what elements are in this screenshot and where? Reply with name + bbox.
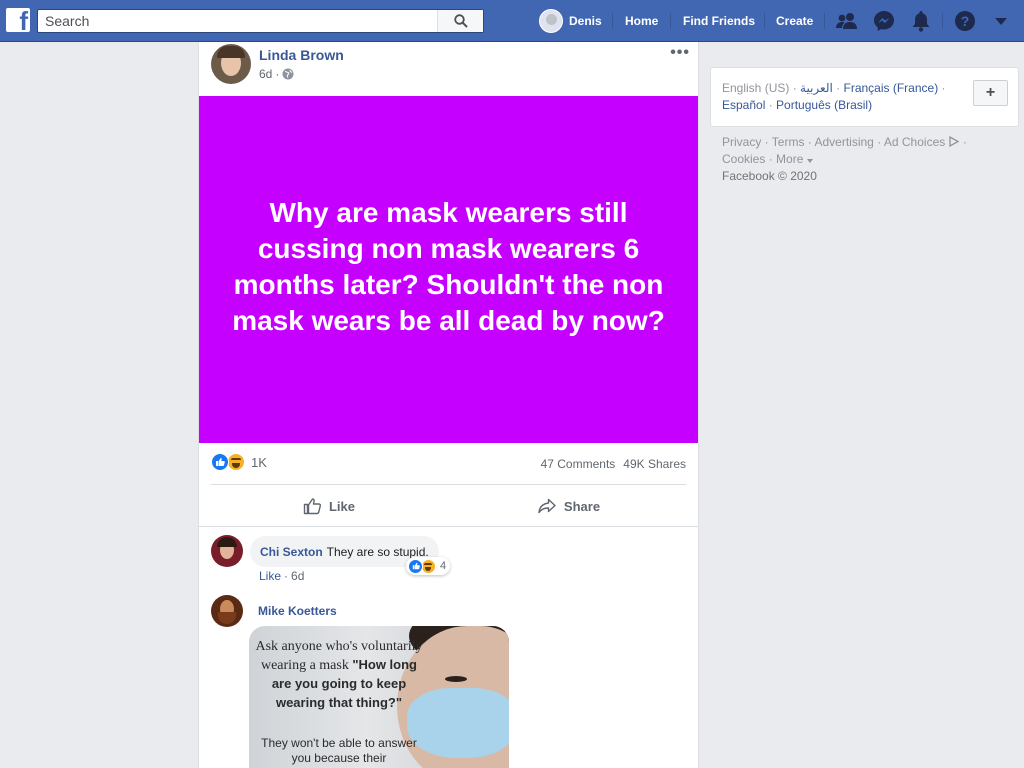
language-list: English (US) · العربية · Français (Franc… (722, 81, 946, 112)
reaction-summary[interactable]: 1K (211, 453, 267, 471)
like-button[interactable]: Like (299, 488, 359, 524)
reaction-count: 1K (251, 454, 267, 470)
meme-eye (445, 676, 467, 682)
share-button[interactable]: Share (534, 488, 604, 524)
commenter-avatar[interactable] (211, 535, 243, 567)
comment-like-link[interactable]: Like (259, 569, 281, 583)
share-label: Share (563, 498, 601, 514)
meta-separator-dot: · (284, 569, 289, 583)
current-language: English (US) (722, 81, 790, 95)
comment-meme-image[interactable]: Ask anyone who's voluntarily wearing a m… (249, 626, 509, 768)
notifications-bell-icon[interactable] (909, 9, 933, 33)
divider (199, 526, 698, 527)
post-card: Linda Brown 6d · ••• Why are mask wearer… (198, 42, 699, 768)
footer-link-terms[interactable]: Terms (772, 135, 805, 149)
commenter-name[interactable]: Mike Koetters (258, 604, 337, 618)
meme-line-2: They won't be able to answer you because… (261, 736, 417, 765)
copyright: Facebook © 2020 (722, 169, 817, 183)
comments-count[interactable]: 47 Comments (541, 457, 616, 471)
language-link[interactable]: Português (Brasil) (776, 98, 872, 112)
post-stats: 47 Comments 49K Shares (541, 457, 686, 471)
ad-choices-icon (948, 135, 959, 148)
post-text: Why are mask wearers still cussing non m… (232, 196, 665, 336)
like-reaction-icon (211, 453, 229, 471)
divider (824, 13, 825, 29)
footer-links: Privacy · Terms · Advertising · Ad Choic… (722, 135, 967, 183)
search-icon (453, 14, 468, 28)
facebook-logo-icon[interactable]: f (6, 8, 30, 32)
post-options-icon[interactable]: ••• (670, 44, 690, 62)
commenter-avatar[interactable] (211, 595, 243, 627)
footer-link-privacy[interactable]: Privacy (722, 135, 761, 149)
divider (942, 13, 943, 29)
author-avatar[interactable] (211, 44, 251, 84)
shares-count[interactable]: 49K Shares (623, 457, 686, 471)
comment-reactions[interactable]: 4 (406, 557, 451, 575)
messenger-icon[interactable] (872, 9, 896, 33)
like-label: Like (328, 498, 355, 514)
divider (612, 13, 613, 29)
language-selector: English (US) · العربية · Français (Franc… (710, 67, 1019, 127)
globe-icon (282, 68, 294, 80)
haha-reaction-icon (421, 558, 436, 574)
language-link[interactable]: العربية (800, 81, 833, 95)
help-question-icon[interactable]: ? (953, 9, 977, 33)
post-time[interactable]: 6d (259, 67, 272, 81)
haha-reaction-icon (227, 453, 245, 471)
footer-link-ad-choices[interactable]: Ad Choices (884, 135, 945, 149)
comment-actions: Like · 6d (259, 569, 304, 583)
like-reaction-icon (408, 558, 423, 574)
commenter-name[interactable]: Chi Sexton (260, 545, 323, 559)
search-input[interactable] (38, 10, 438, 32)
nav-home[interactable]: Home (625, 0, 658, 42)
author-name[interactable]: Linda Brown (259, 47, 344, 63)
friend-requests-icon[interactable] (835, 9, 859, 33)
language-link[interactable]: Français (France) (844, 81, 939, 95)
comment-time[interactable]: 6d (291, 569, 304, 583)
divider (764, 13, 765, 29)
footer-link-more[interactable]: More (776, 152, 803, 166)
account-menu-caret-icon[interactable] (989, 9, 1013, 33)
divider (670, 13, 671, 29)
nav-create[interactable]: Create (776, 0, 813, 42)
footer-link-cookies[interactable]: Cookies (722, 152, 765, 166)
meme-caption: Ask anyone who's voluntarily wearing a m… (255, 638, 423, 713)
profile-name: Denis (569, 14, 602, 28)
comment-reaction-count: 4 (440, 560, 447, 572)
nav-find-friends[interactable]: Find Friends (683, 0, 755, 42)
search-box (37, 9, 484, 33)
thumbs-up-icon (303, 498, 321, 515)
chevron-down-icon (806, 159, 813, 163)
post-meta: 6d · (259, 67, 294, 81)
meta-separator-dot: · (275, 67, 280, 81)
avatar (539, 9, 563, 33)
divider (211, 484, 686, 485)
svg-text:?: ? (961, 13, 970, 29)
top-navigation-bar: f Denis Home Find Friends Create ? (0, 0, 1024, 42)
profile-link[interactable]: Denis (539, 0, 602, 42)
footer-link-advertising[interactable]: Advertising (814, 135, 873, 149)
post-text-background: Why are mask wearers still cussing non m… (199, 96, 698, 443)
share-arrow-icon (538, 498, 556, 514)
search-button[interactable] (437, 10, 483, 32)
language-link[interactable]: Español (722, 98, 765, 112)
add-language-button[interactable]: + (973, 80, 1008, 106)
